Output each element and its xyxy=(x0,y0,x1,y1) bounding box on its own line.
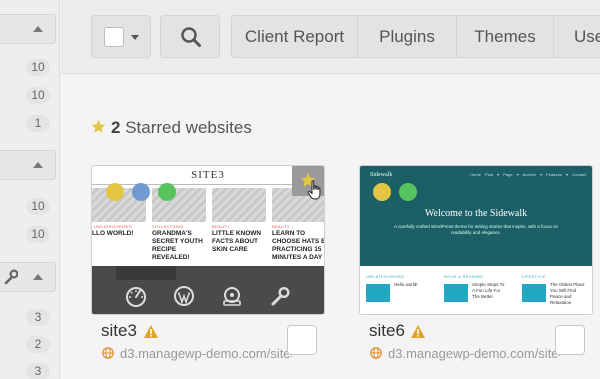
wrench-icon[interactable] xyxy=(269,285,291,307)
column-heading: LIFESTYLE xyxy=(522,274,546,279)
backup-icon[interactable] xyxy=(221,285,243,307)
wordpress-icon[interactable] xyxy=(173,285,195,307)
toolbar: Client Report Plugins Themes Use xyxy=(61,0,600,74)
post-title: LITTLE KNOWN FACTS ABOUT SKIN CARE xyxy=(212,230,262,253)
sidebar-count: 10 xyxy=(26,226,50,243)
column-title: Hello world! xyxy=(394,282,418,287)
sidebar-count: 2 xyxy=(26,336,50,353)
divider xyxy=(92,184,324,185)
users-button[interactable]: Use xyxy=(553,15,600,58)
wrench-icon xyxy=(4,269,18,285)
post-thumbnail xyxy=(212,188,266,222)
globe-icon xyxy=(370,347,382,359)
caret-up-icon xyxy=(33,26,43,32)
tag-blue[interactable] xyxy=(132,183,150,201)
globe-icon xyxy=(102,347,114,359)
client-report-button[interactable]: Client Report xyxy=(231,15,358,58)
dashboard-icon[interactable] xyxy=(125,285,147,307)
post-category: BEAUTY xyxy=(272,224,290,229)
post-category: BEAUTY xyxy=(212,224,230,229)
post-title: LEARN TO CHOOSE HATS BY PRACTICING 15 MI… xyxy=(272,230,325,261)
select-all-dropdown[interactable] xyxy=(91,15,151,58)
search-button[interactable] xyxy=(160,15,220,58)
caret-down-icon xyxy=(131,35,139,40)
caret-up-icon xyxy=(33,162,43,168)
thumbnail-logo: Sidewalk xyxy=(370,172,393,178)
starred-label: Starred websites xyxy=(125,118,252,137)
tag-green[interactable] xyxy=(399,183,417,201)
search-icon xyxy=(181,27,201,47)
thumbnail-nav: Home Post ▾ Page ▾ Archive ▾ Features ▾ … xyxy=(470,172,586,177)
post-title: LLO WORLD! xyxy=(92,230,134,237)
site-name[interactable]: site3 xyxy=(101,321,137,341)
site-name[interactable]: site6 xyxy=(369,321,405,341)
post-title: GRANDMA'S SECRET YOUTH RECIPE REVEALED! xyxy=(152,230,203,261)
select-site-checkbox[interactable] xyxy=(555,325,585,355)
post-thumbnail xyxy=(366,284,390,302)
website-card-site3[interactable]: SITE3 UNCATEGORIZED COLLECTIONS BEAUTY B… xyxy=(91,165,325,315)
warning-icon[interactable] xyxy=(143,324,159,339)
starred-heading: 2 Starred websites xyxy=(91,117,252,139)
column-title: The Oldest Place You Will Find Peace and… xyxy=(550,282,585,305)
site-tools-bar xyxy=(92,278,324,314)
column-heading: BOOK & REVIEWS xyxy=(444,274,484,279)
starred-count: 2 xyxy=(111,118,121,137)
site-url[interactable]: d3.managewp-demo.com/site6 xyxy=(388,345,560,362)
sidebar-group-toggle-3[interactable] xyxy=(0,262,56,292)
sidebar: 10 10 1 10 10 3 2 3 xyxy=(0,0,60,379)
plugins-button[interactable]: Plugins xyxy=(357,15,457,58)
post-category: UNCATEGORIZED xyxy=(94,224,133,229)
tag-green[interactable] xyxy=(158,183,176,201)
thumbnail-welcome: Welcome to the Sidewalk xyxy=(424,208,528,219)
column-heading: UNCATEGORIZED xyxy=(366,274,405,279)
themes-button[interactable]: Themes xyxy=(456,15,554,58)
post-thumbnail xyxy=(522,284,546,302)
caret-up-icon xyxy=(33,274,43,280)
checkbox-icon[interactable] xyxy=(104,27,124,47)
sidebar-count: 1 xyxy=(26,115,50,132)
column-title: Simple Steps To A Fun Life For The Bette… xyxy=(472,282,505,299)
sidebar-count: 3 xyxy=(26,363,50,379)
thumbnail-site-title: SITE3 xyxy=(191,169,225,181)
tag-yellow[interactable] xyxy=(106,183,124,201)
select-site-checkbox[interactable] xyxy=(287,325,317,355)
thumbnail-tagline: A carefully crafted WordPress theme for … xyxy=(394,224,558,235)
sidebar-count: 10 xyxy=(26,59,50,76)
sidebar-count: 10 xyxy=(26,87,50,104)
warning-icon[interactable] xyxy=(410,324,426,339)
site-url[interactable]: d3.managewp-demo.com/site3 xyxy=(120,345,292,362)
sidebar-group-toggle-1[interactable] xyxy=(0,14,56,44)
website-card-site6[interactable]: Sidewalk Home Post ▾ Page ▾ Archive ▾ Fe… xyxy=(359,165,593,315)
main-content: Client Report Plugins Themes Use 2 Starr… xyxy=(61,0,600,379)
star-icon xyxy=(91,119,106,133)
sidebar-count: 3 xyxy=(26,309,50,326)
post-category: COLLECTIONS xyxy=(152,224,184,229)
tag-yellow[interactable] xyxy=(373,183,391,201)
sidebar-count: 10 xyxy=(26,198,50,215)
hand-cursor-icon xyxy=(307,180,321,200)
sidebar-group-toggle-2[interactable] xyxy=(0,150,56,180)
post-thumbnail xyxy=(444,284,468,302)
